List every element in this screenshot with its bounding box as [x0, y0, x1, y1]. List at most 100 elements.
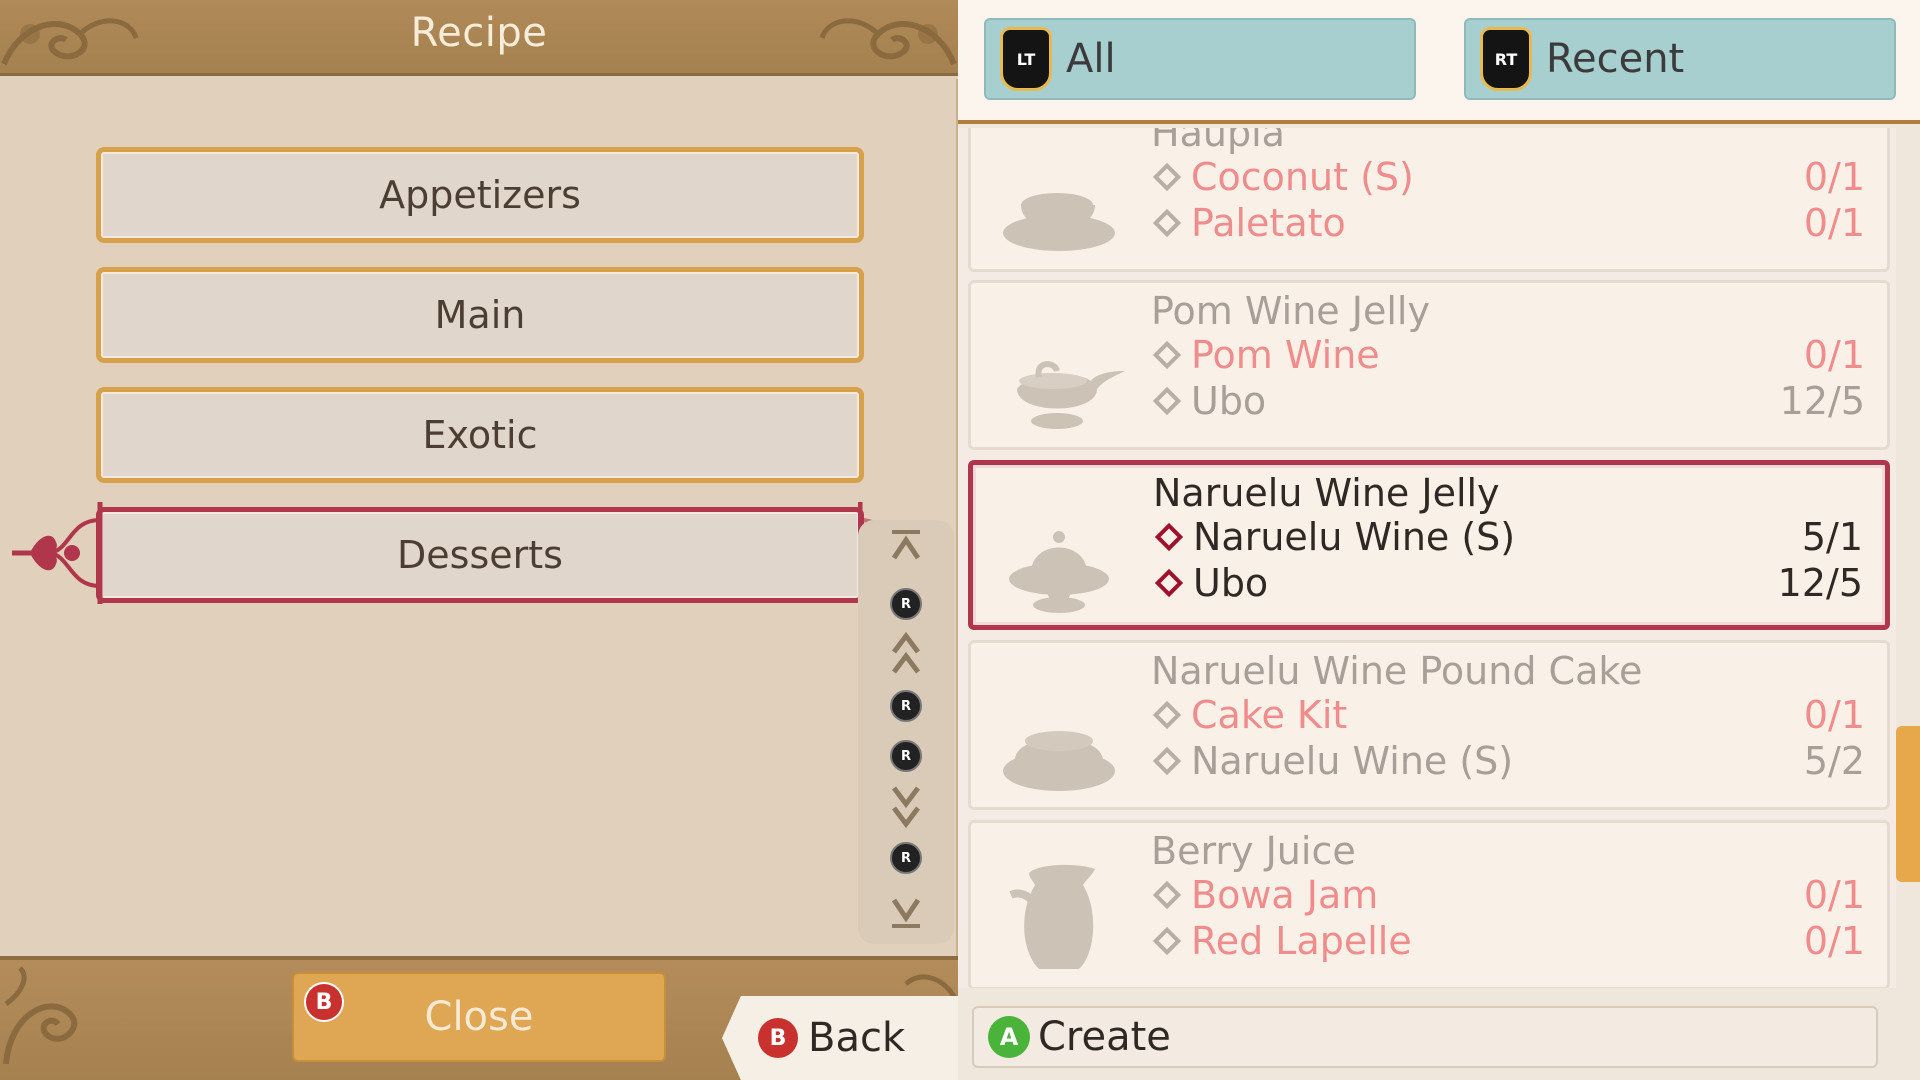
scroll-ornament-icon	[819, 18, 957, 66]
ingredient-qty: 12/5	[1779, 379, 1865, 423]
ingredient-name: Bowa Jam	[1191, 873, 1379, 917]
ingredient-name: Cake Kit	[1191, 693, 1348, 737]
diamond-bullet-icon	[1152, 340, 1182, 370]
b-button-icon: B	[304, 982, 344, 1022]
action-bar: A Create	[958, 988, 1920, 1080]
ingredient-name: Ubo	[1191, 379, 1267, 423]
ingredient-row: Naruelu Wine (S) 5/1	[1151, 515, 1863, 559]
recipe-name: Naruelu Wine Jelly	[1153, 471, 1500, 515]
ingredient-qty: 0/1	[1803, 201, 1865, 245]
jump-to-top-icon[interactable]	[858, 526, 954, 566]
recipe-item-naruelu-wine-pound-cake[interactable]: Naruelu Wine Pound Cake Cake Kit 0/1 Nar…	[968, 640, 1890, 810]
r-stick-right-icon: R	[858, 736, 954, 776]
ingredient-qty: 0/1	[1803, 155, 1865, 199]
r-stick-up-icon: R	[858, 584, 954, 624]
ingredient-name: Paletato	[1191, 201, 1346, 245]
recipe-item-haupia[interactable]: Haupia Coconut (S) 0/1 Paletato 0/1	[968, 128, 1890, 272]
ingredient-name: Ubo	[1193, 561, 1269, 605]
diamond-bullet-icon	[1152, 700, 1182, 730]
selection-flourish-icon	[12, 502, 103, 604]
ingredient-qty: 12/5	[1777, 561, 1863, 605]
ingredient-row: Red Lapelle 0/1	[1149, 919, 1865, 963]
ingredient-qty: 0/1	[1803, 919, 1865, 963]
ingredient-row: Pom Wine 0/1	[1149, 333, 1865, 377]
cake-icon	[1003, 731, 1115, 791]
category-label: Main	[434, 293, 526, 337]
recipe-list-panel: LT All RT Recent Haupia Coconut (S) 0/1	[958, 0, 1920, 1080]
diamond-bullet-icon	[1154, 522, 1184, 552]
ingredient-row: Ubo 12/5	[1151, 561, 1863, 605]
diamond-bullet-icon	[1152, 926, 1182, 956]
ingredient-name: Naruelu Wine (S)	[1193, 515, 1516, 559]
category-list: Appetizers Main Exotic Desserts	[0, 79, 958, 956]
diamond-bullet-icon	[1152, 386, 1182, 416]
a-button-icon: A	[988, 1016, 1030, 1058]
diamond-bullet-icon	[1152, 880, 1182, 910]
recipe-name: Haupia	[1151, 128, 1285, 155]
ingredient-qty: 0/1	[1803, 333, 1865, 377]
title-bar: Recipe	[0, 0, 958, 76]
scrollbar-thumb[interactable]	[1896, 726, 1920, 882]
category-label: Appetizers	[379, 173, 581, 217]
tab-label: Recent	[1546, 36, 1685, 82]
close-button[interactable]: Close	[292, 972, 666, 1062]
bowl-dish-icon	[1003, 193, 1115, 251]
ingredient-qty: 5/1	[1801, 515, 1863, 559]
ingredient-row: Ubo 12/5	[1149, 379, 1865, 423]
category-desserts[interactable]: Desserts	[96, 507, 864, 603]
b-button-icon: B	[758, 1018, 798, 1058]
lt-button-icon: LT	[1000, 27, 1052, 91]
category-label: Desserts	[397, 533, 563, 577]
recipe-name: Pom Wine Jelly	[1151, 289, 1430, 333]
back-label: Back	[808, 1015, 906, 1061]
filter-tabs: LT All RT Recent	[958, 0, 1920, 124]
tab-label: All	[1066, 36, 1116, 82]
ingredient-name: Coconut (S)	[1191, 155, 1414, 199]
category-appetizers[interactable]: Appetizers	[96, 147, 864, 243]
jelly-dish-icon	[1009, 531, 1109, 613]
ingredient-row: Paletato 0/1	[1149, 201, 1865, 245]
ingredient-qty: 5/2	[1803, 739, 1865, 783]
category-exotic[interactable]: Exotic	[96, 387, 864, 483]
recipe-scrollbar[interactable]	[1896, 128, 1920, 988]
category-main[interactable]: Main	[96, 267, 864, 363]
jump-to-bottom-icon[interactable]	[858, 892, 954, 932]
close-label: Close	[424, 994, 534, 1040]
recipe-list: Haupia Coconut (S) 0/1 Paletato 0/1 Pom …	[958, 128, 1920, 988]
page-title: Recipe	[410, 10, 548, 56]
diamond-bullet-icon	[1152, 746, 1182, 776]
recipe-name: Naruelu Wine Pound Cake	[1151, 649, 1643, 693]
page-down-icon[interactable]	[858, 786, 954, 829]
create-button[interactable]: A Create	[972, 1006, 1878, 1068]
page-up-icon[interactable]	[858, 631, 954, 674]
recipe-name: Berry Juice	[1151, 829, 1356, 873]
create-label: Create	[1038, 1014, 1171, 1060]
ingredient-name: Naruelu Wine (S)	[1191, 739, 1514, 783]
ingredient-name: Pom Wine	[1191, 333, 1380, 377]
tab-recent[interactable]: RT Recent	[1464, 18, 1896, 100]
diamond-bullet-icon	[1152, 208, 1182, 238]
recipe-item-pom-wine-jelly[interactable]: Pom Wine Jelly Pom Wine 0/1 Ubo 12/5	[968, 280, 1890, 450]
recipe-item-naruelu-wine-jelly[interactable]: Naruelu Wine Jelly Naruelu Wine (S) 5/1 …	[968, 460, 1890, 630]
ingredient-qty: 0/1	[1803, 873, 1865, 917]
scroll-ornament-icon	[3, 966, 78, 1065]
pitcher-icon	[1009, 864, 1095, 969]
diamond-bullet-icon	[1154, 568, 1184, 598]
recipe-item-berry-juice[interactable]: Berry Juice Bowa Jam 0/1 Red Lapelle 0/1	[968, 820, 1890, 988]
gravy-boat-icon	[1017, 361, 1125, 429]
rt-button-icon: RT	[1480, 27, 1532, 91]
category-label: Exotic	[422, 413, 538, 457]
diamond-bullet-icon	[1152, 162, 1182, 192]
ingredient-row: Naruelu Wine (S) 5/2	[1149, 739, 1865, 783]
tab-all[interactable]: LT All	[984, 18, 1416, 100]
ingredient-row: Coconut (S) 0/1	[1149, 155, 1865, 199]
ingredient-row: Bowa Jam 0/1	[1149, 873, 1865, 917]
r-stick-left-icon: R	[858, 686, 954, 726]
recipe-category-panel: Recipe Appetizers Main Exotic Desserts R…	[0, 0, 958, 1080]
ingredient-qty: 0/1	[1803, 693, 1865, 737]
ingredient-row: Cake Kit 0/1	[1149, 693, 1865, 737]
scroll-nav-strip: R R R R	[858, 520, 954, 944]
back-button[interactable]: B Back	[722, 996, 958, 1080]
ingredient-name: Red Lapelle	[1191, 919, 1412, 963]
r-stick-down-icon: R	[858, 838, 954, 878]
